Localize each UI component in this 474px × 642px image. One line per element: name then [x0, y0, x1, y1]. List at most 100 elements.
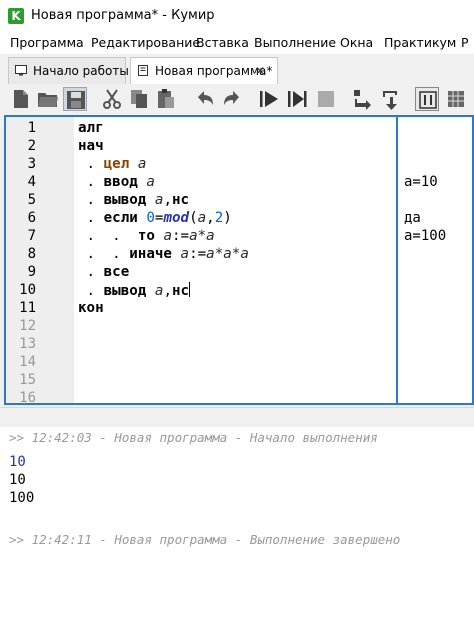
tab-bar: Начало работы Новая программа* ✕: [0, 54, 474, 85]
undo-icon: [198, 91, 213, 105]
line-number: 15: [19, 372, 36, 388]
menu-bar: Программа Редактирование Вставка Выполне…: [0, 32, 474, 54]
keyword: иначе: [129, 246, 172, 262]
expression: а*а*а: [206, 246, 249, 262]
close-icon[interactable]: ✕: [255, 64, 265, 78]
line-number: 12: [19, 318, 36, 334]
save-button[interactable]: [63, 87, 87, 111]
folder-icon: [38, 93, 58, 107]
code-editor[interactable]: 1 2 3 4 5 6 7 8 9 10 11 12 13 14 15 16 а…: [4, 115, 474, 405]
menu-run[interactable]: Выполнение: [254, 35, 336, 50]
variables-icon: [419, 91, 437, 109]
variable: а: [137, 156, 147, 172]
menu-windows[interactable]: Окна: [340, 35, 373, 50]
grid-icon: [448, 91, 464, 107]
step-run-button[interactable]: [285, 87, 309, 111]
stop-button[interactable]: [314, 87, 338, 111]
code-line-5[interactable]: . вывод а,нс: [78, 192, 190, 208]
redo-button[interactable]: [220, 87, 244, 111]
keyword: кон: [78, 300, 104, 316]
line-number: 14: [19, 354, 36, 370]
save-icon: [67, 91, 85, 109]
menu-edit[interactable]: Редактирование: [91, 35, 200, 50]
output-console[interactable]: >> 12:42:03 - Новая программа - Начало в…: [0, 427, 474, 642]
code-line-3[interactable]: . цел а: [78, 156, 147, 172]
margin-divider[interactable]: [396, 117, 398, 403]
scissors-icon: [103, 89, 121, 109]
paste-icon: [158, 89, 174, 108]
code-line-9[interactable]: . все: [78, 264, 130, 280]
play-icon: [260, 91, 278, 107]
keyword: нс: [172, 283, 190, 299]
open-button[interactable]: [36, 87, 60, 111]
separator: ,: [163, 283, 172, 299]
console-end-log: >> 12:42:11 - Новая программа - Выполнен…: [9, 532, 401, 547]
indent-dots: . .: [86, 246, 121, 262]
indent-dots: . .: [86, 228, 121, 244]
code-line-1[interactable]: алг: [78, 120, 104, 136]
paste-button[interactable]: [154, 87, 178, 111]
undo-button[interactable]: [193, 87, 217, 111]
code-line-4[interactable]: . ввод а: [78, 174, 155, 190]
run-button[interactable]: [257, 87, 281, 111]
menu-help[interactable]: Р: [461, 35, 469, 50]
text-cursor: [189, 282, 191, 297]
indent-dot: .: [86, 264, 96, 280]
window-title: Новая программа* - Кумир: [31, 8, 215, 23]
menu-program[interactable]: Программа: [10, 35, 84, 50]
tab-start-page[interactable]: Начало работы: [8, 57, 129, 84]
indent-dot: .: [86, 210, 96, 226]
copy-button[interactable]: [127, 87, 151, 111]
step-out-button[interactable]: [379, 87, 403, 111]
grid-button[interactable]: [444, 87, 468, 111]
redo-icon: [224, 91, 239, 105]
line-number: 6: [27, 210, 36, 226]
menu-practicum[interactable]: Практикум: [384, 35, 456, 50]
code-line-10[interactable]: . вывод а,нс: [78, 282, 191, 299]
code-line-6[interactable]: . если 0=mod(а,2): [78, 210, 232, 226]
assign-operator: :=: [189, 246, 207, 262]
margin-value-line-4: а=10: [404, 174, 438, 190]
step-into-icon: [354, 90, 371, 110]
keyword: нс: [172, 192, 190, 208]
code-line-11[interactable]: кон: [78, 300, 104, 316]
keyword: алг: [78, 120, 104, 136]
console-input-value: 10: [9, 454, 26, 470]
paren: ): [223, 210, 232, 226]
code-line-2[interactable]: нач: [78, 138, 104, 154]
console-output-line: 10: [9, 472, 26, 488]
new-file-icon: [14, 90, 28, 108]
line-number: 1: [27, 120, 36, 136]
line-number: 3: [27, 156, 36, 172]
tab-new-program[interactable]: Новая программа* ✕: [130, 57, 278, 85]
line-number: 2: [27, 138, 36, 154]
keyword: если: [103, 210, 138, 226]
code-line-8[interactable]: . . иначе а:=а*а*а: [78, 246, 249, 262]
paren: (: [189, 210, 198, 226]
line-number: 7: [27, 228, 36, 244]
monitor-icon: [15, 65, 27, 76]
console-start-log: >> 12:42:03 - Новая программа - Начало в…: [9, 430, 378, 445]
code-line-7[interactable]: . . то а:=а*а: [78, 228, 215, 244]
keyword: все: [103, 264, 130, 280]
number-literal: 0: [146, 210, 155, 226]
keyword: вывод: [103, 192, 147, 208]
keyword: то: [137, 228, 155, 244]
menu-insert[interactable]: Вставка: [196, 35, 249, 50]
new-file-button[interactable]: [9, 87, 33, 111]
step-into-button[interactable]: [351, 87, 375, 111]
panel-splitter[interactable]: [0, 407, 474, 428]
variable: а: [197, 210, 207, 226]
title-bar: K Новая программа* - Кумир: [0, 0, 474, 32]
separator: ,: [206, 210, 215, 226]
toolbar: [0, 84, 474, 114]
keyword: ввод: [103, 174, 138, 190]
cut-button[interactable]: [100, 87, 124, 111]
variables-button[interactable]: [415, 87, 439, 111]
line-number: 8: [27, 246, 36, 262]
variable: а: [146, 174, 155, 190]
keyword: вывод: [103, 283, 147, 299]
indent-dot: .: [86, 174, 96, 190]
keyword: нач: [78, 138, 104, 154]
line-number: 11: [19, 300, 36, 316]
